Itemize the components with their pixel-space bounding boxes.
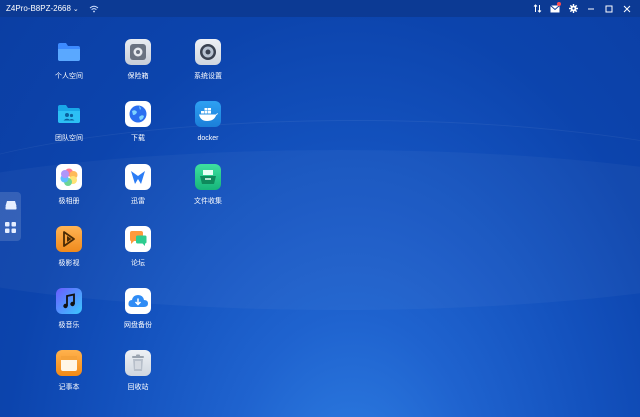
forum-icon bbox=[125, 226, 151, 252]
app-file-collect[interactable]: 文件收集 bbox=[178, 164, 238, 206]
app-docker[interactable]: docker bbox=[178, 101, 238, 143]
title-bar: Z4Pro-B8PZ-2668 ⌄ bbox=[0, 0, 640, 17]
minimize-icon[interactable] bbox=[582, 0, 600, 17]
video-icon bbox=[56, 226, 82, 252]
app-photos[interactable]: 极相册 bbox=[39, 164, 99, 206]
app-label: 极音乐 bbox=[58, 322, 80, 329]
app-system-settings[interactable]: 系统设置 bbox=[178, 39, 238, 81]
app-download[interactable]: 下载 bbox=[108, 101, 168, 143]
safe-icon bbox=[125, 39, 151, 65]
app-label: docker bbox=[197, 135, 219, 142]
app-label: 回收站 bbox=[127, 384, 149, 391]
app-label: 网盘备份 bbox=[124, 322, 152, 329]
app-label: 论坛 bbox=[131, 260, 145, 267]
notification-badge bbox=[557, 2, 561, 6]
app-safe[interactable]: 保险箱 bbox=[108, 39, 168, 81]
download-globe-icon bbox=[125, 101, 151, 127]
app-label: 极相册 bbox=[58, 198, 80, 205]
cloud-backup-icon bbox=[125, 288, 151, 314]
music-icon bbox=[56, 288, 82, 314]
photos-icon bbox=[56, 164, 82, 190]
maximize-icon[interactable] bbox=[600, 0, 618, 17]
app-label: 下载 bbox=[131, 135, 145, 142]
storage-icon[interactable] bbox=[4, 198, 18, 212]
app-music[interactable]: 极音乐 bbox=[39, 288, 99, 330]
docker-icon bbox=[195, 101, 221, 127]
message-icon[interactable] bbox=[546, 0, 564, 17]
app-label: 文件收集 bbox=[194, 198, 222, 205]
xunlei-icon bbox=[125, 164, 151, 190]
wifi-icon bbox=[89, 5, 99, 13]
side-dock bbox=[0, 192, 21, 241]
transfer-icon[interactable] bbox=[528, 0, 546, 17]
team-folder-icon bbox=[56, 101, 82, 127]
app-label: 个人空间 bbox=[55, 73, 83, 80]
chevron-down-icon: ⌄ bbox=[72, 5, 79, 13]
system-settings-icon bbox=[195, 39, 221, 65]
app-cloud-backup[interactable]: 网盘备份 bbox=[108, 288, 168, 330]
app-video[interactable]: 极影视 bbox=[39, 226, 99, 268]
app-personal-space[interactable]: 个人空间 bbox=[39, 39, 99, 81]
desktop: Z4Pro-B8PZ-2668 ⌄ 个人空间 保险箱 系统设置 团队空间 下载 … bbox=[0, 0, 640, 417]
app-label: 极影视 bbox=[58, 260, 80, 267]
settings-icon[interactable] bbox=[564, 0, 582, 17]
device-selector[interactable]: Z4Pro-B8PZ-2668 ⌄ bbox=[6, 4, 79, 13]
close-icon[interactable] bbox=[618, 0, 636, 17]
app-team-space[interactable]: 团队空间 bbox=[39, 101, 99, 143]
app-label: 记事本 bbox=[58, 384, 80, 391]
file-collect-icon bbox=[195, 164, 221, 190]
app-label: 迅雷 bbox=[131, 198, 145, 205]
apps-grid-icon[interactable] bbox=[4, 221, 18, 235]
app-forum[interactable]: 论坛 bbox=[108, 226, 168, 268]
app-xunlei[interactable]: 迅雷 bbox=[108, 164, 168, 206]
app-notebook[interactable]: 记事本 bbox=[39, 350, 99, 392]
app-recycle-bin[interactable]: 回收站 bbox=[108, 350, 168, 392]
recycle-bin-icon bbox=[125, 350, 151, 376]
folder-icon bbox=[56, 39, 82, 65]
notebook-icon bbox=[56, 350, 82, 376]
device-name: Z4Pro-B8PZ-2668 bbox=[6, 4, 71, 13]
app-label: 保险箱 bbox=[127, 73, 149, 80]
app-label: 团队空间 bbox=[55, 135, 83, 142]
app-label: 系统设置 bbox=[194, 73, 222, 80]
